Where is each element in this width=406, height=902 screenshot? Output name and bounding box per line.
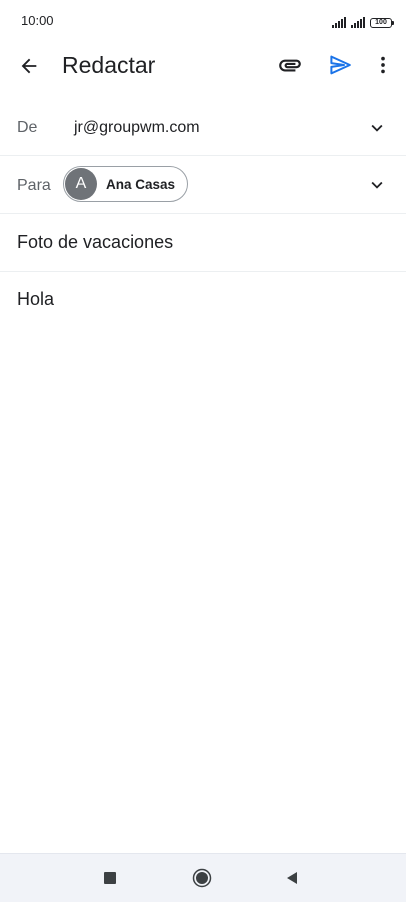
attach-button[interactable] xyxy=(274,50,306,80)
status-time: 10:00 xyxy=(21,13,54,28)
from-expand-button[interactable] xyxy=(366,117,388,139)
status-icons: 100 xyxy=(332,12,394,28)
subject-field[interactable]: Foto de vacaciones xyxy=(17,232,173,253)
subject-row: Foto de vacaciones xyxy=(0,214,406,272)
more-options-button[interactable] xyxy=(368,50,398,80)
more-vert-icon xyxy=(381,56,385,74)
chevron-down-icon xyxy=(371,124,383,132)
recent-apps-button[interactable] xyxy=(103,871,117,885)
send-button[interactable] xyxy=(324,50,356,80)
circle-icon xyxy=(192,868,212,888)
signal-icon xyxy=(351,17,365,28)
body-field[interactable]: Hola xyxy=(17,289,387,829)
square-icon xyxy=(104,872,116,884)
back-button[interactable] xyxy=(14,51,44,81)
from-label: De xyxy=(17,119,38,136)
battery-icon: 100 xyxy=(370,18,394,28)
status-bar: 10:00 100 xyxy=(0,0,406,40)
compose-screen: 10:00 100 Redactar De jr@groupwm.com Par… xyxy=(0,0,406,902)
from-account-selector[interactable]: jr@groupwm.com xyxy=(74,119,200,137)
arrow-back-icon xyxy=(21,58,37,74)
avatar: A xyxy=(65,168,97,200)
from-row: De jr@groupwm.com xyxy=(0,100,406,156)
send-icon xyxy=(330,55,351,75)
chevron-down-icon xyxy=(371,181,383,189)
app-bar: Redactar xyxy=(0,40,406,90)
to-row: Para A Ana Casas xyxy=(0,156,406,214)
signal-icon xyxy=(332,17,346,28)
paperclip-icon xyxy=(279,59,301,72)
triangle-back-icon xyxy=(287,872,297,884)
system-nav-bar xyxy=(0,853,406,902)
recipient-name: Ana Casas xyxy=(106,176,176,192)
page-title: Redactar xyxy=(62,52,156,78)
nav-back-button[interactable] xyxy=(284,870,300,886)
to-expand-button[interactable] xyxy=(366,174,388,196)
to-label: Para xyxy=(17,177,51,194)
home-button[interactable] xyxy=(192,868,212,888)
recipient-chip[interactable]: A Ana Casas xyxy=(63,166,188,202)
